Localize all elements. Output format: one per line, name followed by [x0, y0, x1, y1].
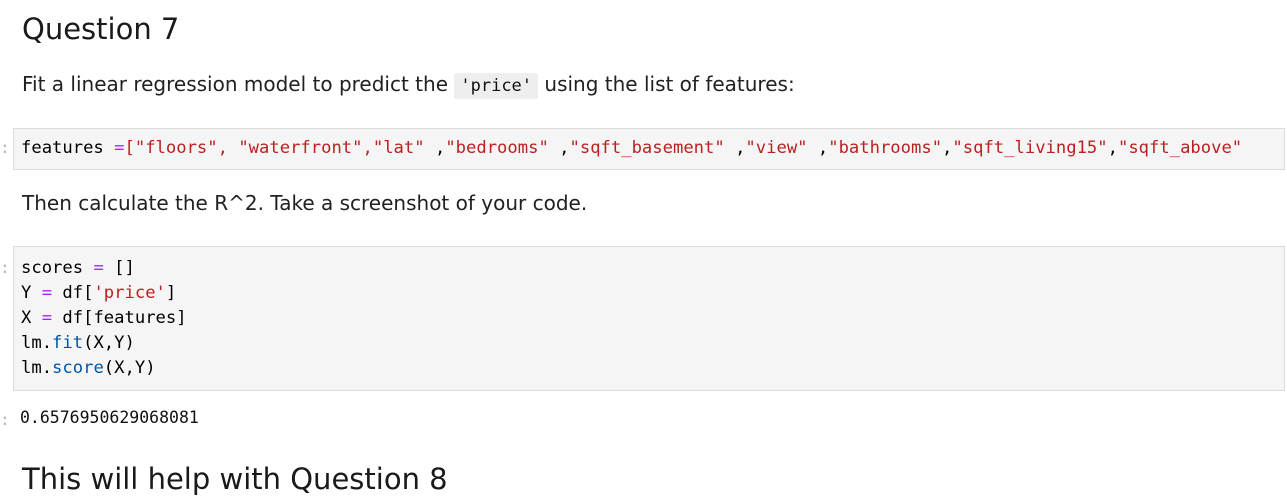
f-bedrooms: "bedrooms" [445, 138, 549, 158]
f-waterfront: "waterfront", [227, 138, 373, 158]
features-var: features [21, 138, 104, 158]
sep: , [548, 138, 570, 158]
fit-method: fit [52, 333, 84, 353]
code-line-2: Y = df['price'] [14, 281, 1284, 306]
code-cell-prompt: : [0, 258, 8, 277]
code-line-1: scores = [] [14, 256, 1284, 281]
sep: , [424, 138, 446, 158]
inline-code-price: 'price' [454, 73, 539, 99]
next-section-heading: This will help with Question 8 [22, 462, 448, 496]
instruction-paragraph: Then calculate the R^2. Take a screensho… [22, 191, 588, 215]
question-heading: Question 7 [22, 12, 180, 46]
f-bracket: ["floors", [124, 138, 228, 158]
features-cell-prompt: : [0, 138, 8, 157]
intro-paragraph: Fit a linear regression model to predict… [22, 72, 795, 99]
output-prompt: : [0, 410, 8, 429]
code-line-4: lm.fit(X,Y) [14, 331, 1284, 356]
f-sqft-basement: "sqft_basement" [569, 138, 725, 158]
code-line-3: X = df[features] [14, 306, 1284, 331]
df-features: df[features] [62, 308, 187, 328]
price-string: 'price' [93, 283, 166, 303]
sep: , [807, 138, 829, 158]
f-sqft-living15: "sqft_living15" [952, 138, 1108, 158]
var-x: X [21, 308, 32, 328]
df-close: ] [165, 283, 177, 303]
assign-op: = [103, 138, 125, 158]
intro-text-after: using the list of features: [538, 72, 795, 96]
intro-text-before: Fit a linear regression model to predict… [22, 72, 455, 96]
f-lat: "lat" [372, 138, 425, 158]
assign-op: = [31, 283, 63, 303]
lm-object: lm. [21, 333, 53, 353]
assign-op: = [83, 258, 115, 278]
code-line-5: lm.score(X,Y) [14, 356, 1284, 381]
score-args: (X,Y) [103, 358, 156, 378]
cell-output: 0.6576950629068081 [20, 408, 199, 427]
f-sqft-above: "sqft_above" [1117, 138, 1243, 158]
fit-args: (X,Y) [83, 333, 135, 353]
empty-list: [] [114, 258, 135, 278]
assign-op: = [31, 308, 63, 328]
df-open: df[ [62, 283, 94, 303]
var-y: Y [21, 283, 32, 303]
features-code-line: features =["floors", "waterfront","lat" … [14, 136, 1284, 161]
f-view: "view" [745, 138, 808, 158]
features-code-cell[interactable]: features =["floors", "waterfront","lat" … [13, 128, 1285, 170]
lm-object: lm. [21, 358, 53, 378]
sep: , [724, 138, 746, 158]
r2-code-cell[interactable]: scores = [] Y = df['price'] X = df[featu… [13, 246, 1285, 391]
sep: , [942, 138, 953, 158]
var-scores: scores [21, 258, 84, 278]
score-method: score [52, 358, 104, 378]
f-bathrooms: "bathrooms" [828, 138, 943, 158]
sep: , [1107, 138, 1118, 158]
